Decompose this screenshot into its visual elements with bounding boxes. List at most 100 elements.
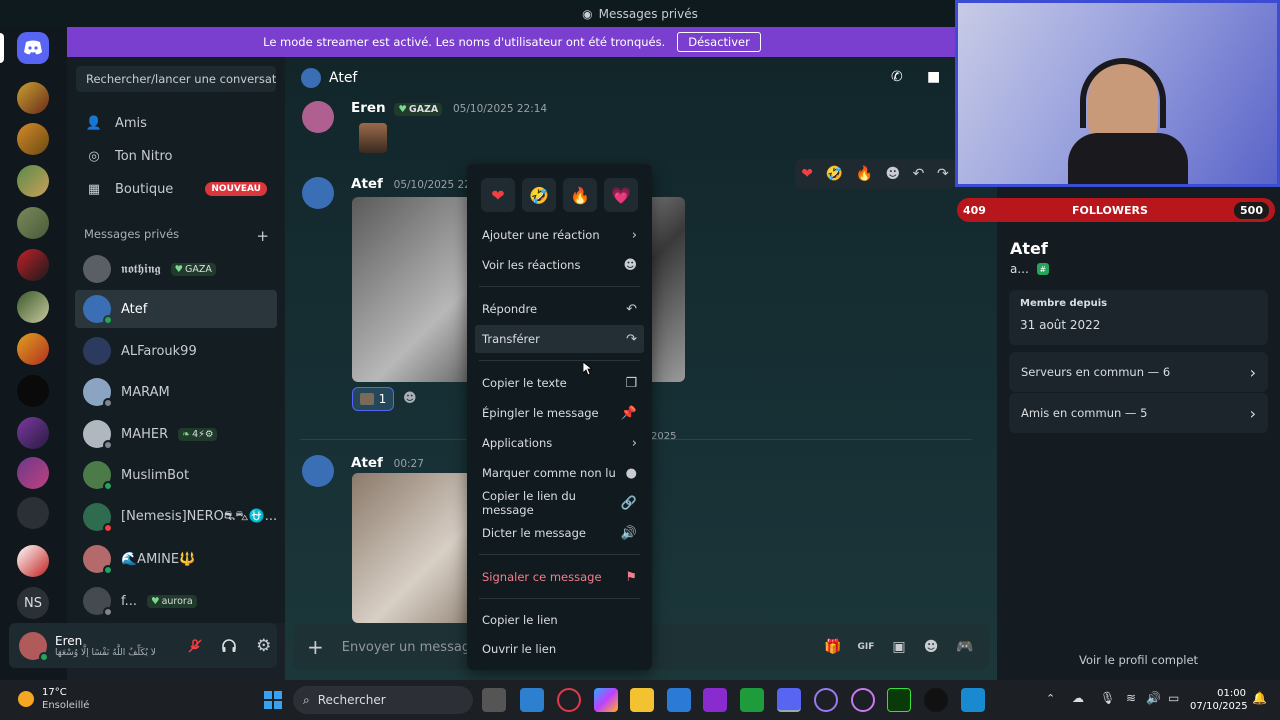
context-reaction-pink-heart[interactable]: 💗 — [604, 178, 638, 212]
clock[interactable]: 01:00 07/10/2025 — [1190, 687, 1248, 713]
mutual-friends-row[interactable]: Amis en commun — 5 › — [1009, 393, 1268, 433]
user-info[interactable]: Eren لا يُكَلِّفُ اللَّهُ نَفْسًا إِلَّا… — [55, 634, 173, 658]
menu-open-link[interactable]: Ouvrir le lien — [475, 635, 644, 663]
quick-reaction-fire[interactable]: 🔥 — [856, 166, 873, 182]
message-avatar[interactable] — [302, 455, 334, 487]
reaction-chip[interactable]: 1 — [352, 387, 394, 411]
server-icon[interactable] — [17, 165, 49, 197]
server-icon[interactable] — [17, 375, 49, 407]
menu-forward[interactable]: Transférer ↷ — [475, 325, 644, 353]
nav-nitro[interactable]: ◎ Ton Nitro — [75, 140, 277, 172]
copilot-icon[interactable] — [594, 688, 618, 712]
activities-icon[interactable]: 🎮 — [955, 637, 975, 657]
opera-gx-icon[interactable] — [814, 688, 838, 712]
message-input[interactable]: Envoyer un message — [342, 640, 478, 655]
headphones-icon[interactable] — [216, 632, 243, 660]
obs-icon[interactable] — [924, 688, 948, 712]
reply-icon[interactable]: ↶ — [913, 166, 925, 182]
menu-applications[interactable]: Applications › — [475, 429, 644, 457]
app-icon[interactable] — [703, 688, 727, 712]
menu-pin-message[interactable]: Épingler le message 📌 — [475, 399, 644, 427]
dm-item[interactable]: 🌊AMINE🔱 — [75, 540, 277, 578]
server-icon[interactable] — [17, 417, 49, 449]
server-icon[interactable] — [17, 82, 49, 114]
voice-call-icon[interactable]: ✆ — [891, 69, 903, 85]
menu-copy-link[interactable]: Copier le lien — [475, 606, 644, 634]
opera-icon[interactable] — [851, 688, 875, 712]
view-full-profile-link[interactable]: Voir le profil complet — [997, 653, 1280, 667]
dm-item[interactable]: f... ♥ aurora — [75, 582, 277, 620]
chevron-up-icon[interactable]: ⌃ — [1046, 692, 1055, 705]
nav-shop[interactable]: ▦ Boutique NOUVEAU — [75, 173, 277, 205]
gift-icon[interactable]: 🎁 — [823, 637, 843, 657]
add-reaction-icon[interactable]: ☻ — [886, 166, 901, 182]
menu-copy-text[interactable]: Copier le texte ❐ — [475, 369, 644, 397]
dm-item[interactable]: MAHER ❧ 4⚡⚙ — [75, 415, 277, 453]
store-icon[interactable] — [667, 688, 691, 712]
message-author[interactable]: Eren — [351, 100, 386, 116]
dm-search-input[interactable]: Rechercher/lancer une conversati... — [76, 66, 276, 92]
volume-icon[interactable]: 🔊 — [1146, 691, 1161, 705]
quick-reaction-heart[interactable]: ❤ — [801, 166, 813, 182]
app-icon[interactable] — [961, 688, 985, 712]
battery-icon[interactable]: ▭ — [1168, 691, 1179, 705]
mute-mic-icon[interactable] — [181, 632, 208, 660]
menu-dictate-message[interactable]: Dicter le message 🔊 — [475, 519, 644, 547]
dm-item[interactable]: 𝖓𝖔𝖙𝖍𝖎𝖓𝖌 ♥ GAZA — [75, 250, 277, 288]
context-reaction-fire[interactable]: 🔥 — [563, 178, 597, 212]
weather-widget[interactable]: 17°C Ensoleillé — [42, 686, 89, 712]
server-folder-icon[interactable] — [17, 497, 49, 529]
disable-streamer-mode-button[interactable]: Désactiver — [677, 32, 761, 52]
server-icon[interactable] — [17, 291, 49, 323]
user-avatar[interactable] — [19, 631, 49, 662]
emoji-icon[interactable]: ☻ — [921, 637, 941, 657]
file-explorer-icon[interactable] — [630, 688, 654, 712]
dm-item[interactable]: MuslimBot — [75, 456, 277, 494]
opera-icon[interactable] — [557, 688, 581, 712]
dm-item-active[interactable]: Atef — [75, 290, 277, 328]
server-icon[interactable] — [17, 333, 49, 365]
gif-icon[interactable]: GIF — [856, 637, 876, 657]
forward-icon[interactable]: ↷ — [937, 166, 949, 182]
dm-item[interactable]: ALFarouk99 — [75, 332, 277, 370]
quick-reaction-laugh[interactable]: 🤣 — [826, 166, 843, 182]
menu-copy-message-link[interactable]: Copier le lien du message 🔗 — [475, 489, 644, 517]
menu-reply[interactable]: Répondre ↶ — [475, 295, 644, 323]
sticker-icon[interactable]: ▣ — [889, 637, 909, 657]
task-view-icon[interactable] — [482, 688, 506, 712]
server-icon[interactable] — [17, 457, 49, 489]
wifi-icon[interactable]: ≋ — [1126, 691, 1136, 705]
add-attachment-icon[interactable]: + — [307, 635, 324, 659]
message-avatar[interactable] — [302, 177, 334, 209]
server-ns[interactable]: NS — [17, 587, 49, 619]
mutual-servers-row[interactable]: Serveurs en commun — 6 › — [1009, 352, 1268, 392]
nav-friends[interactable]: 👤 Amis — [75, 107, 277, 139]
notification-icon[interactable]: 🔔 — [1252, 691, 1267, 705]
message-author[interactable]: Atef — [351, 176, 383, 192]
context-reaction-laugh[interactable]: 🤣 — [522, 178, 556, 212]
menu-view-reactions[interactable]: Voir les réactions ☻ — [475, 251, 644, 279]
video-call-icon[interactable]: ■ — [927, 69, 940, 85]
taskbar-search[interactable]: ⌕ Rechercher — [293, 686, 473, 714]
home-button[interactable] — [17, 32, 49, 64]
discord-taskbar-icon[interactable] — [777, 688, 801, 712]
dm-item[interactable]: MARAM — [75, 373, 277, 411]
message-avatar[interactable] — [302, 101, 334, 133]
add-reaction-icon[interactable]: ☻ — [403, 391, 417, 406]
nvidia-icon[interactable] — [887, 688, 911, 712]
sticker-image[interactable] — [359, 123, 387, 153]
dm-item[interactable]: [Nemesis]NERO⛐⛍⛎... — [75, 498, 277, 536]
server-icon[interactable] — [17, 249, 49, 281]
server-icon[interactable] — [17, 207, 49, 239]
server-icon[interactable] — [17, 545, 49, 577]
context-reaction-heart[interactable]: ❤ — [481, 178, 515, 212]
server-icon[interactable] — [17, 123, 49, 155]
menu-add-reaction[interactable]: Ajouter une réaction › — [475, 221, 644, 249]
add-dm-button[interactable]: + — [256, 227, 269, 245]
menu-report-message[interactable]: Signaler ce message ⚑ — [475, 563, 644, 591]
xbox-icon[interactable] — [740, 688, 764, 712]
microphone-icon[interactable]: 🎙 — [1100, 691, 1115, 705]
settings-gear-icon[interactable]: ⚙ — [250, 632, 277, 660]
windows-start-icon[interactable] — [261, 688, 285, 712]
cloud-icon[interactable]: ☁ — [1072, 691, 1084, 705]
